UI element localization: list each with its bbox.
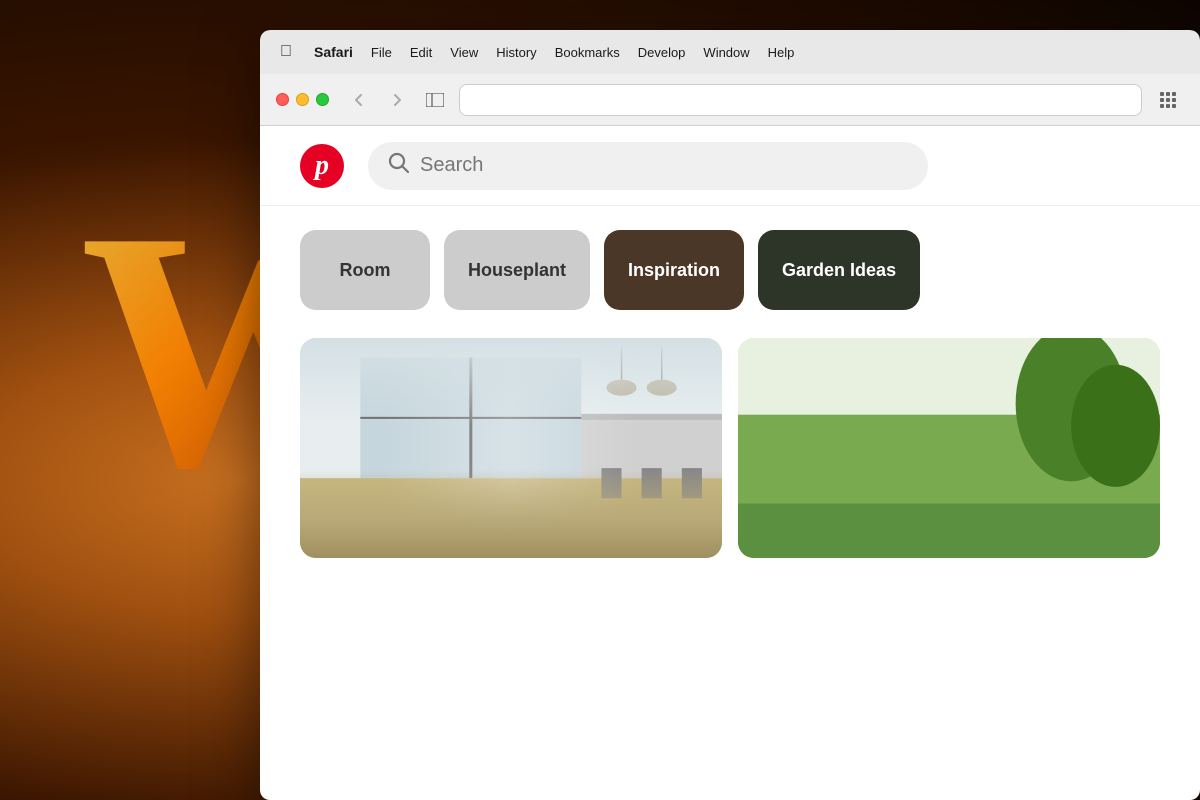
garden-image xyxy=(738,338,1160,558)
category-houseplant[interactable]: Houseplant xyxy=(444,230,590,310)
search-placeholder-text: Search xyxy=(420,154,483,177)
menu-file[interactable]: File xyxy=(371,45,392,60)
traffic-lights xyxy=(276,93,329,106)
sidebar-toggle-button[interactable] xyxy=(421,86,449,114)
tab-overview-button[interactable] xyxy=(1152,84,1184,116)
maximize-button[interactable] xyxy=(316,93,329,106)
interior-image xyxy=(300,338,722,558)
category-section: Room Houseplant Inspiration Garden Ideas xyxy=(260,206,1200,330)
menu-history[interactable]: History xyxy=(496,45,536,60)
menu-develop[interactable]: Develop xyxy=(638,45,686,60)
browser-window:  Safari File Edit View History Bookmark… xyxy=(260,30,1200,800)
category-inspiration[interactable]: Inspiration xyxy=(604,230,744,310)
menu-view[interactable]: View xyxy=(450,45,478,60)
menu-bookmarks[interactable]: Bookmarks xyxy=(555,45,620,60)
grid-item-interior[interactable] xyxy=(300,338,722,558)
search-bar[interactable]: Search xyxy=(368,142,928,190)
pinterest-header: p Search xyxy=(260,126,1200,206)
search-icon xyxy=(388,152,410,180)
menu-window[interactable]: Window xyxy=(703,45,749,60)
category-garden-ideas[interactable]: Garden Ideas xyxy=(758,230,920,310)
menu-help[interactable]: Help xyxy=(768,45,795,60)
browser-toolbar xyxy=(260,74,1200,126)
browser-content: p Search Room Houseplant Inspiration xyxy=(260,126,1200,800)
menu-edit[interactable]: Edit xyxy=(410,45,432,60)
image-grid xyxy=(260,330,1200,566)
apple-logo-icon:  xyxy=(280,43,292,61)
grid-item-garden[interactable] xyxy=(738,338,1160,558)
address-bar[interactable] xyxy=(459,84,1142,116)
forward-button[interactable] xyxy=(383,86,411,114)
back-button[interactable] xyxy=(345,86,373,114)
mac-menubar:  Safari File Edit View History Bookmark… xyxy=(260,30,1200,74)
minimize-button[interactable] xyxy=(296,93,309,106)
app-name: Safari xyxy=(314,44,353,60)
pinterest-logo[interactable]: p xyxy=(300,144,344,188)
laptop-frame:  Safari File Edit View History Bookmark… xyxy=(260,30,1200,800)
pinterest-logo-letter: p xyxy=(315,150,329,182)
category-room[interactable]: Room xyxy=(300,230,430,310)
close-button[interactable] xyxy=(276,93,289,106)
